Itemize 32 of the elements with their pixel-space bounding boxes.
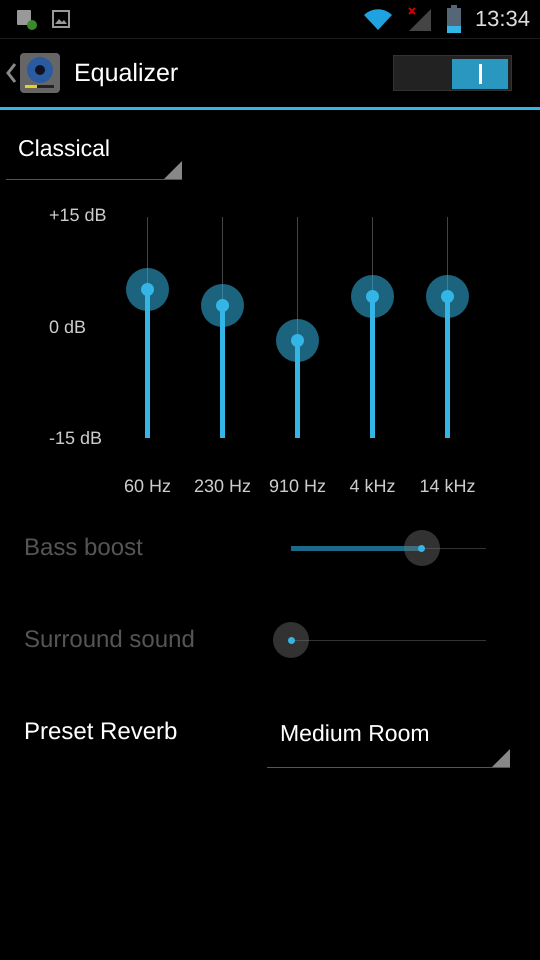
back-icon[interactable] [6,63,16,83]
axis-label: -15 dB [49,428,104,449]
band-slider-thumb[interactable] [351,275,394,318]
toggle-switch[interactable] [393,55,512,91]
axis-label: +15 dB [49,205,108,226]
image-icon [52,10,70,28]
effect-slider-thumb[interactable] [404,530,440,566]
band-frequency-label: 230 Hz [194,476,252,497]
band-slider-thumb[interactable] [126,268,169,312]
speaker-icon [20,53,60,93]
battery-icon [446,5,461,33]
effect-label: Bass boost [24,534,144,562]
screen-title: Equalizer [74,58,178,88]
dropdown-corner-icon [164,161,182,179]
band-frequency-label: 4 kHz [349,476,396,497]
reverb-dropdown[interactable]: Medium Room [267,714,510,768]
band-frequency-label: 14 kHz [419,476,476,497]
signal-icon [406,6,433,32]
effect-slider-thumb[interactable] [273,622,309,658]
clock: 13:34 [474,6,530,32]
band-slider-thumb[interactable] [426,275,469,318]
preset-dropdown[interactable]: Classical [6,130,182,180]
wifi-icon [362,7,393,31]
sim-card-icon [16,8,38,30]
band-slider-thumb[interactable] [276,319,319,362]
band-frequency-label: 910 Hz [268,476,326,497]
reverb-label: Preset Reverb [24,717,178,746]
band-slider-thumb[interactable] [201,284,244,327]
axis-label: 0 dB [49,316,88,338]
dropdown-corner-icon [492,749,510,767]
band-frequency-label: 60 Hz [124,476,172,497]
effect-label: Surround sound [24,626,196,654]
